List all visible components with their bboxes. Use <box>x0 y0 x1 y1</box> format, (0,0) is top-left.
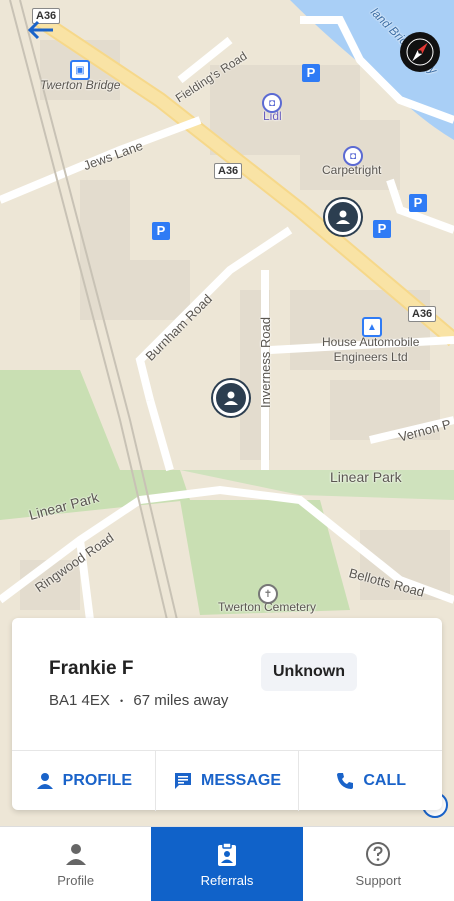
car-repair-icon: ▲ <box>362 317 382 337</box>
cemetery-icon: ✝ <box>258 584 278 604</box>
nav-label-profile: Profile <box>57 872 95 888</box>
profile-button-label: PROFILE <box>62 772 132 789</box>
contact-card: Frankie F BA1 4EX • 67 miles away Unknow… <box>12 618 442 811</box>
back-arrow-icon[interactable] <box>24 16 58 44</box>
road-shield-a36: A36 <box>214 163 243 179</box>
compass-icon[interactable] <box>400 32 440 72</box>
clipboard-person-icon <box>217 841 236 866</box>
nav-label-referrals: Referrals <box>200 872 254 888</box>
parking-icon: P <box>302 64 320 82</box>
map-label-linear-park-right: Linear Park <box>330 469 402 485</box>
parking-icon: P <box>373 220 391 238</box>
map-label-twerton-bridge: Twerton Bridge <box>40 78 121 92</box>
nav-item-referrals[interactable]: Referrals <box>151 827 303 901</box>
help-circle-icon <box>366 841 391 866</box>
nav-label-support: Support <box>355 872 402 888</box>
contact-location: BA1 4EX • 67 miles away <box>49 692 228 709</box>
contact-distance: 67 miles away <box>133 692 229 709</box>
bottom-navigation: Profile Referrals Support <box>0 826 454 901</box>
card-actions: PROFILE MESSAGE CALL <box>12 750 442 811</box>
person-icon <box>36 773 53 789</box>
parking-icon: P <box>152 222 170 240</box>
road-shield-a36: A36 <box>408 306 437 322</box>
phone-icon <box>337 773 354 789</box>
map-label-house-automobile: House Automobile Engineers Ltd <box>322 335 420 364</box>
separator-dot: • <box>120 696 124 707</box>
bus-icon: ▣ <box>70 60 90 80</box>
map-label-inverness-road: Inverness Road <box>258 316 274 409</box>
status-badge: Unknown <box>261 653 357 691</box>
call-button[interactable]: CALL <box>299 751 442 811</box>
nav-item-profile[interactable]: Profile <box>0 827 151 901</box>
call-button-label: CALL <box>363 772 406 789</box>
shopping-icon: ◘ <box>262 93 282 113</box>
person-icon <box>65 843 86 865</box>
message-button-label: MESSAGE <box>201 772 282 789</box>
message-icon <box>175 773 191 789</box>
contact-name: Frankie F <box>49 658 134 679</box>
message-button[interactable]: MESSAGE <box>156 751 300 811</box>
shopping-icon: ◘ <box>343 146 363 166</box>
profile-button[interactable]: PROFILE <box>12 751 156 811</box>
contact-postcode: BA1 4EX <box>49 692 110 709</box>
person-pin-icon[interactable] <box>213 380 249 416</box>
nav-item-support[interactable]: Support <box>303 827 454 901</box>
parking-icon: P <box>409 194 427 212</box>
person-pin-icon[interactable] <box>325 199 361 235</box>
